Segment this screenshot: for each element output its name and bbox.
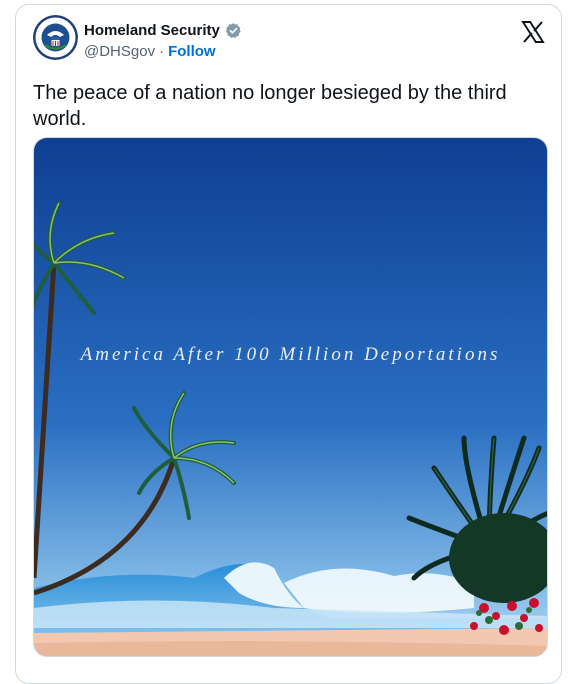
tweet-text: The peace of a nation no longer besieged… (33, 82, 507, 130)
verified-badge-icon (225, 22, 242, 39)
follow-button[interactable]: Follow (168, 43, 216, 60)
separator-dot: · (159, 43, 165, 60)
tweet-card[interactable]: Homeland Security @DHSgov · Follow The p… (15, 4, 562, 684)
dhs-seal-avatar[interactable] (33, 15, 78, 60)
account-display-name[interactable]: Homeland Security (84, 22, 220, 39)
media-caption-text: America After 100 Million Deportations (80, 344, 501, 365)
x-logo-icon[interactable] (521, 20, 545, 44)
account-handle[interactable]: @DHSgov (84, 43, 155, 60)
tweet-media-image[interactable]: America After 100 Million Deportations (33, 137, 548, 657)
